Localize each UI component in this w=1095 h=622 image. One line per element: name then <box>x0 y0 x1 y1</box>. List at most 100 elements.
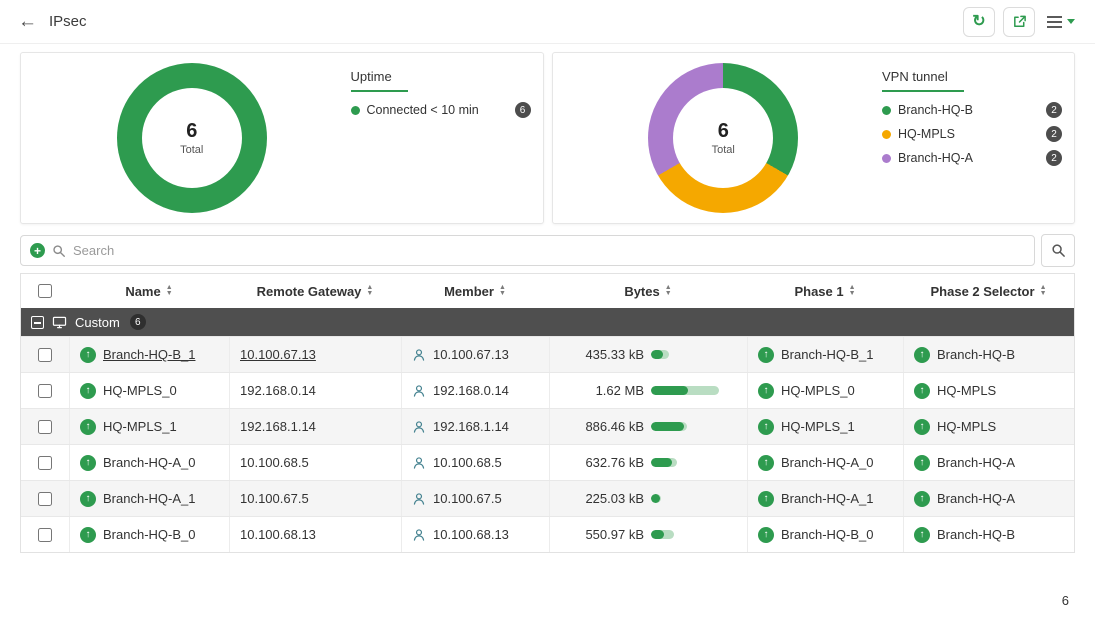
search-box[interactable] <box>20 235 1035 266</box>
gateway-cell: 192.168.0.14 <box>229 373 401 408</box>
row-checkbox[interactable] <box>38 348 52 362</box>
uptime-donut-chart[interactable]: 6 Total <box>117 63 267 213</box>
group-header-custom[interactable]: Custom 6 <box>21 308 1074 336</box>
tunnel-up-icon <box>80 527 96 543</box>
sort-icon[interactable] <box>1040 285 1047 297</box>
table-row[interactable]: HQ-MPLS_0 192.168.0.14 192.168.0.14 1.62… <box>21 372 1074 408</box>
sort-icon[interactable] <box>166 285 173 297</box>
group-label: Custom <box>75 315 120 330</box>
tunnel-name-link[interactable]: HQ-MPLS_0 <box>103 383 177 398</box>
row-checkbox[interactable] <box>38 492 52 506</box>
tunnel-up-icon <box>80 455 96 471</box>
gateway-link[interactable]: 10.100.67.13 <box>240 347 316 362</box>
legend-dot <box>882 130 891 139</box>
table-row[interactable]: Branch-HQ-B_1 10.100.67.13 10.100.67.13 … <box>21 336 1074 372</box>
gateway-cell: 10.100.67.13 <box>229 337 401 372</box>
table-row[interactable]: Branch-HQ-A_1 10.100.67.5 10.100.67.5 22… <box>21 480 1074 516</box>
bytes-bar <box>651 494 661 503</box>
row-checkbox[interactable] <box>38 384 52 398</box>
user-icon <box>412 348 426 362</box>
gateway-cell: 10.100.68.5 <box>229 445 401 480</box>
tunnel-up-icon <box>914 527 930 543</box>
phase1-cell: HQ-MPLS_1 <box>747 409 903 444</box>
table-row[interactable]: Branch-HQ-B_0 10.100.68.13 10.100.68.13 … <box>21 516 1074 552</box>
count-badge: 2 <box>1046 126 1062 142</box>
uptime-donut-center: 6 Total <box>142 88 242 188</box>
bytes-cell: 1.62 MB <box>549 373 747 408</box>
user-icon <box>412 420 426 434</box>
add-filter-icon[interactable] <box>30 243 45 258</box>
search-button[interactable] <box>1041 234 1075 267</box>
topbar-actions: ↻ <box>963 7 1079 37</box>
column-header-member[interactable]: Member <box>401 274 549 308</box>
sort-icon[interactable] <box>849 285 856 297</box>
select-all-checkbox[interactable] <box>38 284 52 298</box>
column-header-name[interactable]: Name <box>69 274 229 308</box>
vpn-legend-title: VPN tunnel <box>882 69 964 92</box>
bytes-bar <box>651 530 674 539</box>
open-in-window-button[interactable] <box>1003 7 1035 37</box>
refresh-button[interactable]: ↻ <box>963 7 995 37</box>
back-button[interactable]: ← <box>18 12 37 31</box>
table-row[interactable]: Branch-HQ-A_0 10.100.68.5 10.100.68.5 63… <box>21 444 1074 480</box>
search-icon <box>1051 243 1066 258</box>
vpn-donut-center: 6 Total <box>673 88 773 188</box>
count-badge: 2 <box>1046 150 1062 166</box>
gateway-link[interactable]: 10.100.68.5 <box>240 455 309 470</box>
column-header-phase1[interactable]: Phase 1 <box>747 274 903 308</box>
table-footer: 6 <box>0 581 1095 622</box>
sort-icon[interactable] <box>366 285 373 297</box>
group-count-badge: 6 <box>130 314 146 330</box>
bytes-bar <box>651 350 669 359</box>
gateway-link[interactable]: 192.168.0.14 <box>240 383 316 398</box>
legend-item-branch-hq-b[interactable]: Branch-HQ-B 2 <box>882 102 1062 118</box>
tunnel-name-link[interactable]: Branch-HQ-B_0 <box>103 527 195 542</box>
count-badge: 2 <box>1046 102 1062 118</box>
tunnel-name-link[interactable]: Branch-HQ-A_1 <box>103 491 195 506</box>
search-input[interactable] <box>73 243 1025 258</box>
tunnel-up-icon <box>914 455 930 471</box>
sort-icon[interactable] <box>665 285 672 297</box>
gateway-link[interactable]: 10.100.67.5 <box>240 491 309 506</box>
collapse-group-icon[interactable] <box>31 316 44 329</box>
tunnel-name-link[interactable]: Branch-HQ-B_1 <box>103 347 195 362</box>
tunnel-name-link[interactable]: Branch-HQ-A_0 <box>103 455 195 470</box>
vpn-total-label: Total <box>712 144 735 156</box>
bytes-cell: 550.97 kB <box>549 517 747 552</box>
legend-item-connected[interactable]: Connected < 10 min 6 <box>351 102 531 118</box>
bytes-cell: 886.46 kB <box>549 409 747 444</box>
sort-icon[interactable] <box>499 285 506 297</box>
hamburger-icon <box>1047 21 1062 23</box>
column-header-phase2-selector[interactable]: Phase 2 Selector <box>903 274 1074 308</box>
row-checkbox[interactable] <box>38 456 52 470</box>
column-header-remote-gateway[interactable]: Remote Gateway <box>229 274 401 308</box>
uptime-donut-area: 6 Total <box>33 61 351 215</box>
user-icon <box>412 528 426 542</box>
uptime-legend-title: Uptime <box>351 69 408 92</box>
bytes-bar <box>651 422 687 431</box>
column-header-bytes[interactable]: Bytes <box>549 274 747 308</box>
gateway-link[interactable]: 10.100.68.13 <box>240 527 316 542</box>
member-cell: 10.100.67.13 <box>401 337 549 372</box>
row-checkbox[interactable] <box>38 420 52 434</box>
row-checkbox[interactable] <box>38 528 52 542</box>
legend-item-hq-mpls[interactable]: HQ-MPLS 2 <box>882 126 1062 142</box>
name-cell: Branch-HQ-A_0 <box>69 445 229 480</box>
vpn-donut-area: 6 Total <box>565 61 883 215</box>
tunnel-up-icon <box>914 419 930 435</box>
gateway-link[interactable]: 192.168.1.14 <box>240 419 316 434</box>
legend-dot <box>351 106 360 115</box>
legend-item-branch-hq-a[interactable]: Branch-HQ-A 2 <box>882 150 1062 166</box>
tunnel-up-icon <box>914 347 930 363</box>
page-title: IPsec <box>49 13 87 30</box>
vpn-donut-chart[interactable]: 6 Total <box>648 63 798 213</box>
table-row[interactable]: HQ-MPLS_1 192.168.1.14 192.168.1.14 886.… <box>21 408 1074 444</box>
name-cell: Branch-HQ-B_0 <box>69 517 229 552</box>
name-cell: Branch-HQ-A_1 <box>69 481 229 516</box>
vpn-total: 6 <box>718 120 729 143</box>
member-cell: 10.100.68.13 <box>401 517 549 552</box>
count-badge: 6 <box>515 102 531 118</box>
tunnel-name-link[interactable]: HQ-MPLS_1 <box>103 419 177 434</box>
topbar-left: ← IPsec <box>18 12 87 31</box>
more-menu-button[interactable] <box>1043 15 1079 28</box>
